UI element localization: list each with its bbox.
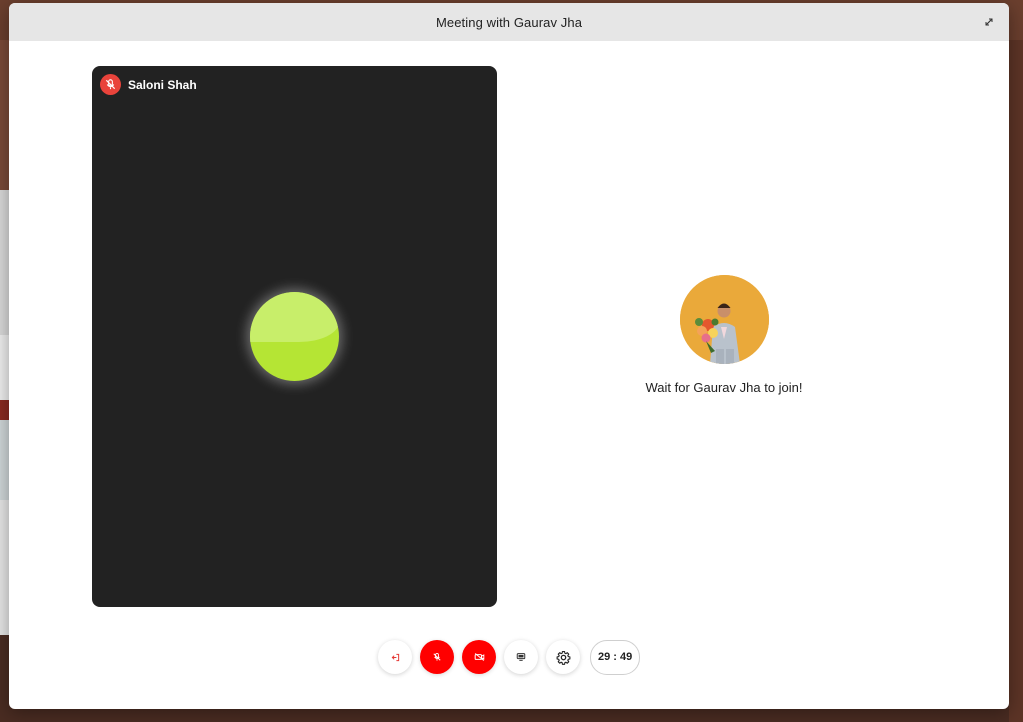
meeting-modal: Meeting with Gaurav Jha Saloni Shah Wait… [9, 3, 1009, 709]
mic-off-icon [105, 79, 116, 90]
settings-button[interactable] [546, 640, 580, 674]
call-timer: 29 : 49 [590, 639, 641, 675]
person-with-flowers-image [679, 275, 769, 364]
local-video-tile: Saloni Shah [92, 66, 497, 607]
mic-toggle-button[interactable] [420, 640, 454, 674]
gear-icon [556, 650, 570, 665]
speaker-avatar-orb [250, 292, 339, 381]
expand-icon [985, 18, 993, 26]
mic-muted-badge [100, 74, 121, 95]
leave-call-button[interactable] [378, 640, 412, 674]
leave-icon [391, 653, 399, 661]
modal-titlebar: Meeting with Gaurav Jha [9, 3, 1009, 41]
meeting-title: Meeting with Gaurav Jha [435, 14, 583, 30]
mic-off-icon [433, 652, 441, 661]
tile-header: Saloni Shah [100, 74, 197, 95]
waiting-message: Wait for Gaurav Jha to join! [645, 380, 803, 395]
screen-share-icon [516, 653, 526, 661]
camera-off-icon [474, 653, 484, 661]
camera-toggle-button[interactable] [462, 640, 496, 674]
participant-name: Saloni Shah [128, 77, 197, 92]
remote-avatar [679, 275, 769, 364]
waiting-panel: Wait for Gaurav Jha to join! [599, 275, 849, 395]
expand-button[interactable] [981, 14, 997, 30]
screen-share-button[interactable] [504, 640, 538, 674]
call-controls: 29 : 49 [378, 639, 641, 675]
